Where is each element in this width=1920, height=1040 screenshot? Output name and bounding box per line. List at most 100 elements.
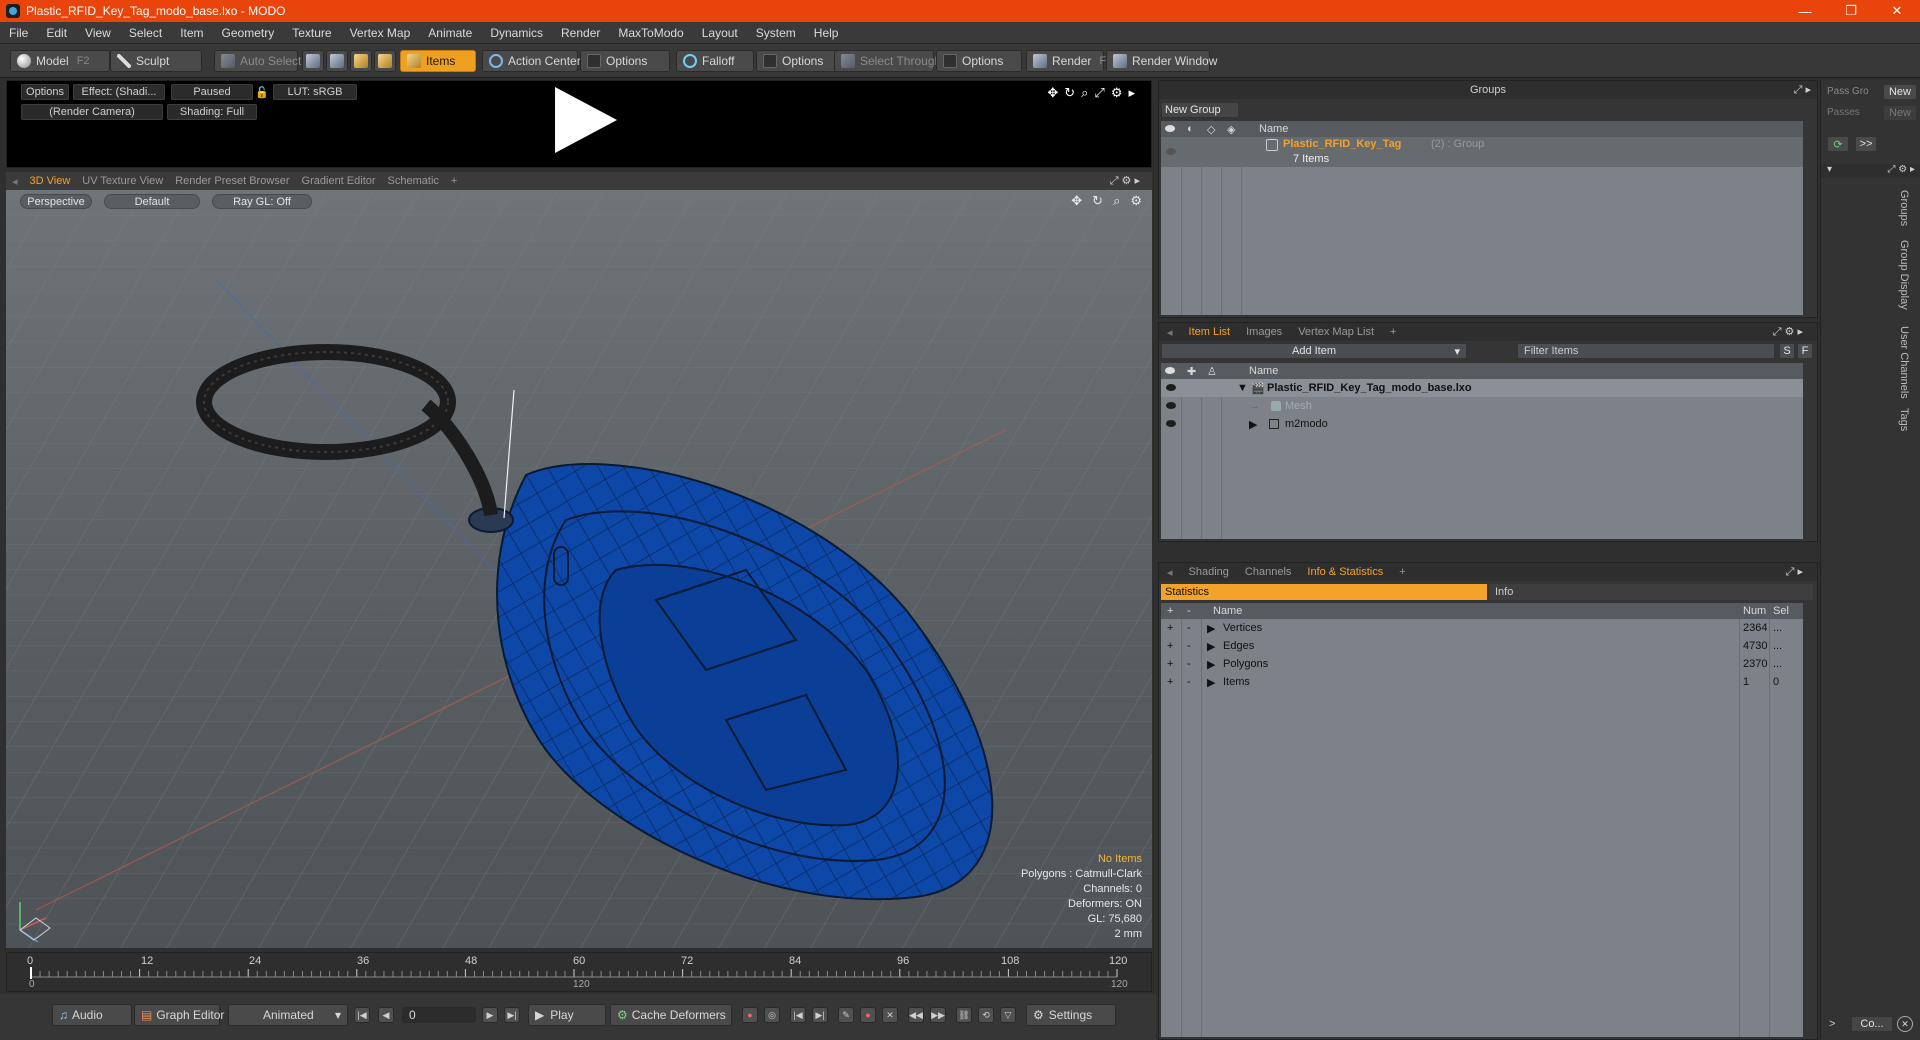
items-mode-button[interactable]: Items <box>400 50 476 72</box>
play-icon[interactable] <box>555 87 617 153</box>
close-button[interactable]: ✕ <box>1874 0 1920 22</box>
menu-help[interactable]: Help <box>805 26 848 40</box>
list-item[interactable]: → Mesh <box>1161 397 1803 415</box>
item-visibility-icon[interactable] <box>1166 384 1176 391</box>
set-key-icon[interactable]: ● <box>860 1007 876 1023</box>
row-plus-icon[interactable]: + <box>1167 640 1173 652</box>
frame-input[interactable]: 0 <box>402 1007 476 1023</box>
side-tab-group-display[interactable]: Group Display <box>1898 240 1910 310</box>
maximize-button[interactable]: ❐ <box>1828 0 1874 22</box>
add-tab-button[interactable]: + <box>445 175 463 187</box>
viewport-gear-icon[interactable]: ⚙ <box>1130 193 1142 209</box>
table-row[interactable]: + - ▶ Vertices 2364 ... <box>1161 619 1803 637</box>
refresh-icon[interactable]: ⟳ <box>1827 136 1849 152</box>
render-button[interactable]: Render F9 <box>1026 50 1112 72</box>
gear-icon[interactable]: ⚙ <box>1111 85 1123 101</box>
cache-deformers-button[interactable]: ⚙ Cache Deformers <box>610 1004 732 1026</box>
sync-icon[interactable]: ⟲ <box>978 1007 994 1023</box>
row-minus-icon[interactable]: - <box>1187 640 1191 652</box>
auto-select-button[interactable]: Auto Select <box>214 50 301 72</box>
add-tab-button[interactable]: + <box>1382 326 1404 338</box>
table-row[interactable]: + - ▶ Edges 4730 ... <box>1161 637 1803 655</box>
next-keyframe-icon[interactable]: ▶▶ <box>930 1007 946 1023</box>
menu-edit[interactable]: Edit <box>37 26 76 40</box>
delete-key-icon[interactable]: ✕ <box>882 1007 898 1023</box>
action-center-button[interactable]: Action Center <box>482 50 581 72</box>
menu-render[interactable]: Render <box>552 26 609 40</box>
add-item-dropdown[interactable]: Add Item ▾ <box>1161 343 1467 359</box>
zoom-icon[interactable]: ⌕ <box>1081 85 1088 101</box>
group-row[interactable]: Plastic_RFID_Key_Tag (2) : Group 7 Items <box>1161 137 1803 167</box>
filter-s-button[interactable]: S <box>1779 343 1795 359</box>
list-item[interactable]: ▼ 🎬 Plastic_RFID_Key_Tag_modo_base.lxo <box>1161 379 1803 397</box>
menu-geometry[interactable]: Geometry <box>213 26 284 40</box>
play-button[interactable]: ▶ Play <box>528 1004 606 1026</box>
expand-arrow-icon[interactable]: ▶ <box>1249 418 1257 431</box>
link-icon[interactable]: ⛓ <box>956 1007 972 1023</box>
row-minus-icon[interactable]: - <box>1187 676 1191 688</box>
menu-system[interactable]: System <box>747 26 805 40</box>
move-icon[interactable]: ✥ <box>1047 85 1058 101</box>
arrow-right-icon[interactable]: ▸ <box>1128 85 1135 101</box>
row-expand-icon[interactable]: ▶ <box>1207 658 1215 671</box>
item-visibility-icon[interactable] <box>1166 420 1176 427</box>
expand-arrow-icon[interactable]: ▼ <box>1237 382 1248 394</box>
audio-button[interactable]: ♫ Audio <box>52 1004 132 1026</box>
zoom-icon[interactable]: ⌕ <box>1113 193 1120 209</box>
fit-icon[interactable]: ⤢ <box>1094 85 1104 101</box>
tab-item-list[interactable]: Item List <box>1181 326 1239 338</box>
falloff-options-button[interactable]: Options <box>756 50 838 72</box>
preview-effect-dropdown[interactable]: Effect: (Shadi... <box>73 84 165 100</box>
panel-menu-icon[interactable]: ◂ <box>1159 566 1181 579</box>
menu-maxtomodo[interactable]: MaxToModo <box>609 26 692 40</box>
pan-icon[interactable]: ✥ <box>1071 193 1082 209</box>
filter-icon[interactable]: ▽ <box>1000 1007 1016 1023</box>
go-end-icon[interactable]: ▶| <box>504 1007 520 1023</box>
sculpt-button[interactable]: Sculpt <box>110 50 202 72</box>
item-list-panel-controls[interactable]: ⤢ ⚙ ▸ <box>1765 325 1811 339</box>
menu-texture[interactable]: Texture <box>283 26 340 40</box>
expand-arrow-icon[interactable]: > <box>1829 1018 1835 1030</box>
row-plus-icon[interactable]: + <box>1167 676 1173 688</box>
group-visibility-icon[interactable] <box>1166 148 1176 155</box>
menu-layout[interactable]: Layout <box>693 26 747 40</box>
step-forward-icon[interactable]: ▶ <box>482 1007 498 1023</box>
step-back-icon[interactable]: ◀ <box>378 1007 394 1023</box>
row-expand-icon[interactable]: ▶ <box>1207 640 1215 653</box>
table-row[interactable]: + - ▶ Items 1 0 <box>1161 673 1803 691</box>
minimize-button[interactable]: — <box>1782 0 1828 22</box>
key-edit-icon[interactable]: ✎ <box>838 1007 854 1023</box>
materials-mode-button[interactable] <box>374 50 396 72</box>
groups-panel-controls[interactable]: ⤢ ▸ <box>1794 83 1811 97</box>
tab-images[interactable]: Images <box>1238 326 1290 338</box>
new-group-button[interactable]: New Group <box>1161 102 1239 118</box>
preview-options-button[interactable]: Options <box>21 84 69 100</box>
tab-info-statistics[interactable]: Info & Statistics <box>1299 566 1391 578</box>
side-panel-header[interactable]: ▾ ⤢ ⚙ ▸ <box>1821 164 1920 178</box>
rotate-icon[interactable]: ↻ <box>1064 85 1075 101</box>
row-expand-icon[interactable]: ▶ <box>1207 676 1215 689</box>
info-tab[interactable]: Info <box>1489 584 1813 600</box>
tab-shading[interactable]: Shading <box>1181 566 1237 578</box>
prev-keyframe-icon[interactable]: ◀◀ <box>908 1007 924 1023</box>
statistics-tab[interactable]: Statistics <box>1161 584 1487 600</box>
tab-gradient-editor[interactable]: Gradient Editor <box>296 175 382 187</box>
animated-dropdown[interactable]: Animated ▾ <box>228 1004 348 1026</box>
next-key-icon[interactable]: ▶| <box>812 1007 828 1023</box>
side-tab-user-channels[interactable]: User Channels <box>1898 326 1910 399</box>
edges-mode-button[interactable] <box>326 50 348 72</box>
go-start-icon[interactable]: |◀ <box>354 1007 370 1023</box>
stats-panel-controls[interactable]: ⤢ ▸ <box>1778 565 1811 579</box>
orbit-icon[interactable]: ↻ <box>1092 193 1103 209</box>
action-center-options-button[interactable]: Options <box>580 50 670 72</box>
tab-uv-texture-view[interactable]: UV Texture View <box>76 175 169 187</box>
tab-schematic[interactable]: Schematic <box>382 175 445 187</box>
falloff-button[interactable]: Falloff <box>676 50 754 72</box>
list-item[interactable]: ▶ m2modo <box>1161 415 1803 433</box>
new-pass-button[interactable]: New <box>1883 105 1917 121</box>
close-circle-icon[interactable]: ✕ <box>1897 1016 1913 1032</box>
menu-vertex-map[interactable]: Vertex Map <box>341 26 420 40</box>
menu-animate[interactable]: Animate <box>419 26 481 40</box>
menu-view[interactable]: View <box>76 26 120 40</box>
graph-editor-button[interactable]: ▤ Graph Editor <box>134 1004 224 1026</box>
